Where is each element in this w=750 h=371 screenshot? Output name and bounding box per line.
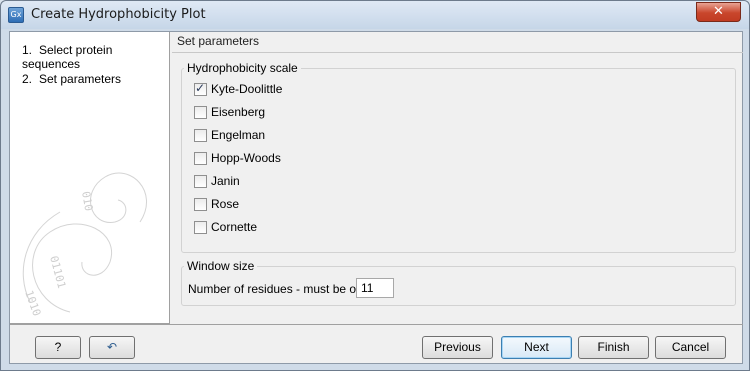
window-size-legend: Window size	[184, 259, 258, 273]
app-icon: Gx	[8, 7, 24, 23]
step-number: 1.	[22, 43, 33, 57]
svg-text:01101: 01101	[47, 254, 68, 289]
finish-button[interactable]: Finish	[578, 336, 649, 359]
help-button[interactable]: ?	[35, 336, 81, 359]
hydrophobicity-option-row[interactable]: Janin	[194, 173, 240, 189]
hydrophobicity-option-row[interactable]: Hopp-Woods	[194, 150, 281, 166]
checkbox-label: Cornette	[211, 220, 258, 234]
svg-text:1010: 1010	[22, 289, 43, 318]
step-set-parameters[interactable]: 2. Set parameters	[22, 72, 121, 86]
close-button[interactable]: ✕	[696, 2, 741, 22]
checkbox[interactable]	[194, 174, 207, 188]
checkmark-icon: ✓	[195, 80, 206, 95]
title-bar[interactable]: Gx Create Hydrophobicity Plot ✕	[1, 1, 749, 29]
dialog-window: Gx Create Hydrophobicity Plot ✕ 1. Select…	[0, 0, 750, 371]
step-label: Set parameters	[39, 72, 122, 86]
cancel-button[interactable]: Cancel	[655, 336, 726, 359]
hydrophobicity-option-row[interactable]: Rose	[194, 196, 239, 212]
window-size-label: Number of residues - must be odd:	[188, 282, 373, 296]
hydrophobicity-option-row[interactable]: ✓ Kyte-Doolittle	[194, 81, 282, 97]
section-title: Set parameters	[177, 34, 260, 48]
previous-button[interactable]: Previous	[422, 336, 493, 359]
hydrophobicity-option-row[interactable]: Cornette	[194, 219, 257, 235]
checkbox[interactable]	[194, 151, 207, 165]
checkbox-label: Kyte-Doolittle	[211, 82, 283, 96]
hydrophobicity-scale-legend: Hydrophobicity scale	[184, 61, 301, 75]
step-select-protein-sequences[interactable]: 1. Select protein sequences	[22, 43, 169, 71]
checkbox[interactable]	[194, 220, 207, 234]
hydrophobicity-option-row[interactable]: Engelman	[194, 127, 265, 143]
checkbox-label: Janin	[211, 174, 240, 188]
next-button[interactable]: Next	[501, 336, 572, 359]
decorative-spiral-logo: 010 01101 1010	[22, 172, 147, 318]
window-size-input[interactable]	[356, 278, 394, 298]
footer-divider	[10, 324, 743, 325]
hydrophobicity-option-row[interactable]: Eisenberg	[194, 104, 265, 120]
checkbox-label: Rose	[211, 197, 240, 211]
step-number: 2.	[22, 72, 33, 86]
checkbox[interactable]: ✓	[194, 80, 207, 96]
section-divider	[172, 52, 743, 53]
dialog-body: 1. Select protein sequences 2. Set paramet…	[9, 31, 743, 364]
reset-button[interactable]: ↶	[89, 336, 135, 359]
steps-panel: 1. Select protein sequences 2. Set paramet…	[10, 32, 170, 324]
svg-text:010: 010	[79, 190, 95, 212]
window-title: Create Hydrophobicity Plot	[31, 7, 206, 22]
checkbox-label: Eisenberg	[211, 105, 266, 119]
checkbox[interactable]	[194, 105, 207, 119]
checkbox[interactable]	[194, 197, 207, 211]
checkbox-label: Engelman	[211, 128, 266, 142]
checkbox-label: Hopp-Woods	[211, 151, 281, 165]
checkbox[interactable]	[194, 128, 207, 142]
